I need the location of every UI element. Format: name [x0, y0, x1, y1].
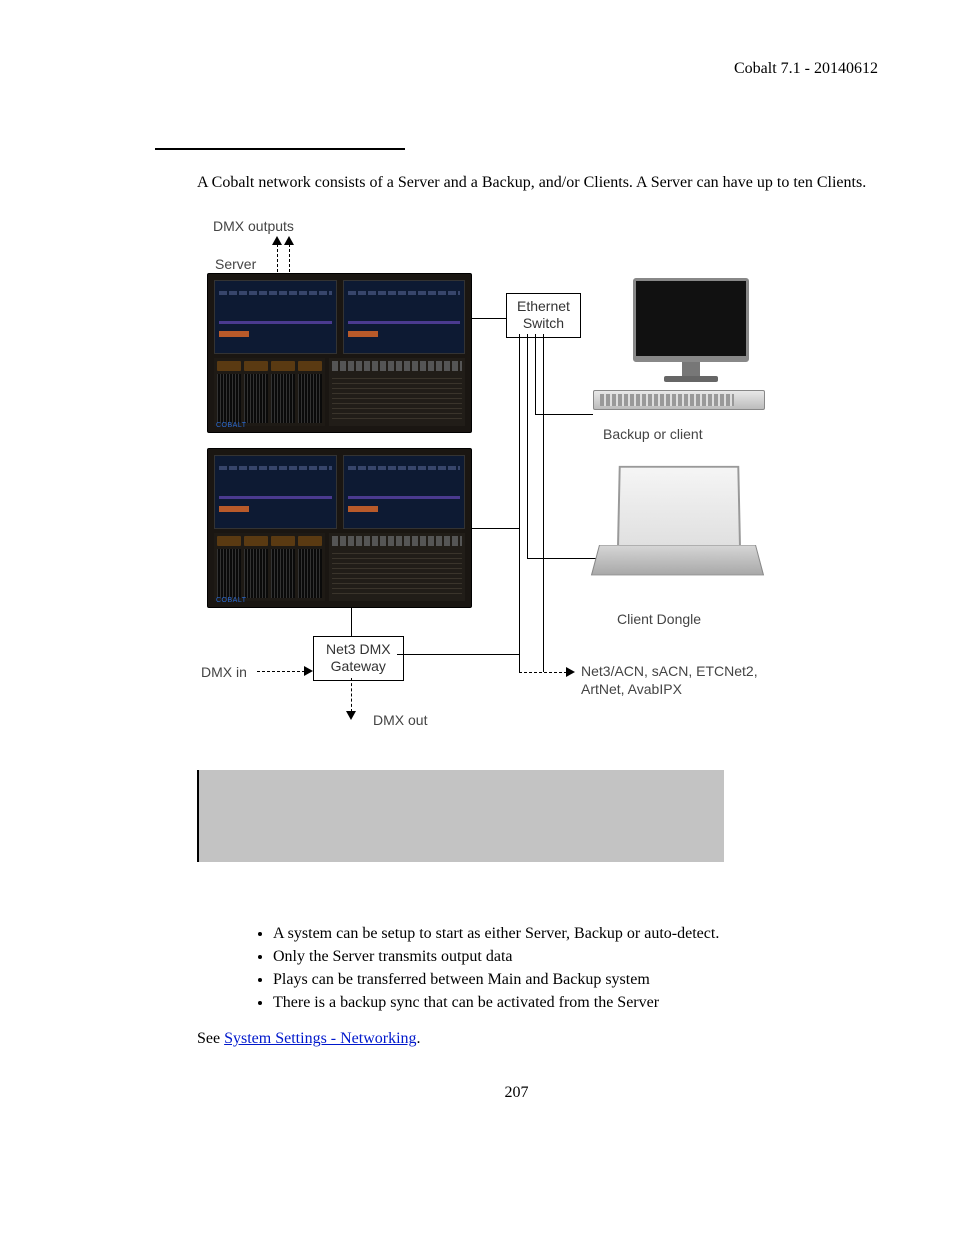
backup-keyboard — [593, 390, 765, 410]
see-line: See System Settings - Networking. — [197, 1030, 878, 1048]
wire-dmx-out-2 — [289, 244, 290, 272]
link-system-settings-networking[interactable]: System Settings - Networking — [224, 1030, 416, 1047]
console-brand-1: COBALT — [216, 422, 247, 429]
console-brand-2: COBALT — [216, 597, 247, 604]
bullet-1: A system can be setup to start as either… — [273, 922, 878, 945]
arrow-dmx-in — [304, 666, 313, 676]
label-client-dongle: Client Dongle — [617, 611, 701, 627]
bullet-2: Only the Server transmits output data — [273, 945, 878, 968]
wire-switch-gw-v — [351, 608, 352, 636]
wire-trunk-1 — [519, 334, 520, 672]
wire-trunk-3 — [535, 334, 536, 414]
bullet-4: There is a backup sync that can be activ… — [273, 991, 878, 1014]
arrow-protocols — [566, 667, 575, 677]
net3-gateway-l2: Gateway — [326, 658, 391, 676]
section-rule — [155, 148, 405, 150]
intro-paragraph: A Cobalt network consists of a Server an… — [197, 172, 878, 194]
wire-switch-backup — [535, 414, 593, 415]
net3-gateway-l1: Net3 DMX — [326, 641, 391, 659]
wire-trunk-to-gw-v — [519, 654, 520, 672]
label-protocols-1: Net3/ACN, sACN, ETCNet2, — [581, 663, 758, 679]
note-grey-box — [197, 770, 724, 862]
label-dmx-outputs: DMX outputs — [213, 218, 294, 234]
ethernet-switch-l2: Switch — [517, 315, 570, 333]
label-protocols-2: ArtNet, AvabIPX — [581, 681, 682, 697]
bullet-3: Plays can be transferred between Main an… — [273, 968, 878, 991]
bullet-list: A system can be setup to start as either… — [243, 922, 878, 1015]
wire-dmx-out-down — [351, 678, 352, 712]
ethernet-switch-l1: Ethernet — [517, 298, 570, 316]
wire-dmx-in — [257, 671, 305, 672]
backup-monitor — [633, 278, 749, 382]
wire-protocols — [519, 672, 567, 673]
arrow-dmx-out-down — [346, 711, 356, 720]
arrow-dmx-out-2 — [284, 236, 294, 245]
net3-gateway-box: Net3 DMX Gateway — [313, 636, 404, 681]
wire-trunk-4 — [543, 334, 544, 672]
label-server: Server — [215, 256, 256, 272]
client-laptop — [617, 463, 756, 593]
wire-dmx-out-1 — [277, 244, 278, 272]
page-number: 207 — [155, 1084, 878, 1102]
wire-clientconsole-switch — [472, 528, 519, 529]
label-dmx-in: DMX in — [201, 664, 247, 680]
label-backup-or-client: Backup or client — [603, 426, 703, 442]
see-suffix: . — [417, 1030, 421, 1047]
wire-switch-laptop — [527, 558, 605, 559]
network-diagram: DMX outputs Server — [197, 218, 782, 748]
console-client: COBALT — [207, 448, 472, 608]
console-server: COBALT — [207, 273, 472, 433]
see-prefix: See — [197, 1030, 224, 1047]
wire-server-switch — [472, 318, 506, 319]
ethernet-switch-box: Ethernet Switch — [506, 293, 581, 338]
wire-trunk-to-gw — [397, 654, 519, 655]
label-dmx-out: DMX out — [373, 712, 427, 728]
arrow-dmx-out-1 — [272, 236, 282, 245]
wire-trunk-2 — [527, 334, 528, 559]
header-version: Cobalt 7.1 - 20140612 — [155, 60, 878, 78]
